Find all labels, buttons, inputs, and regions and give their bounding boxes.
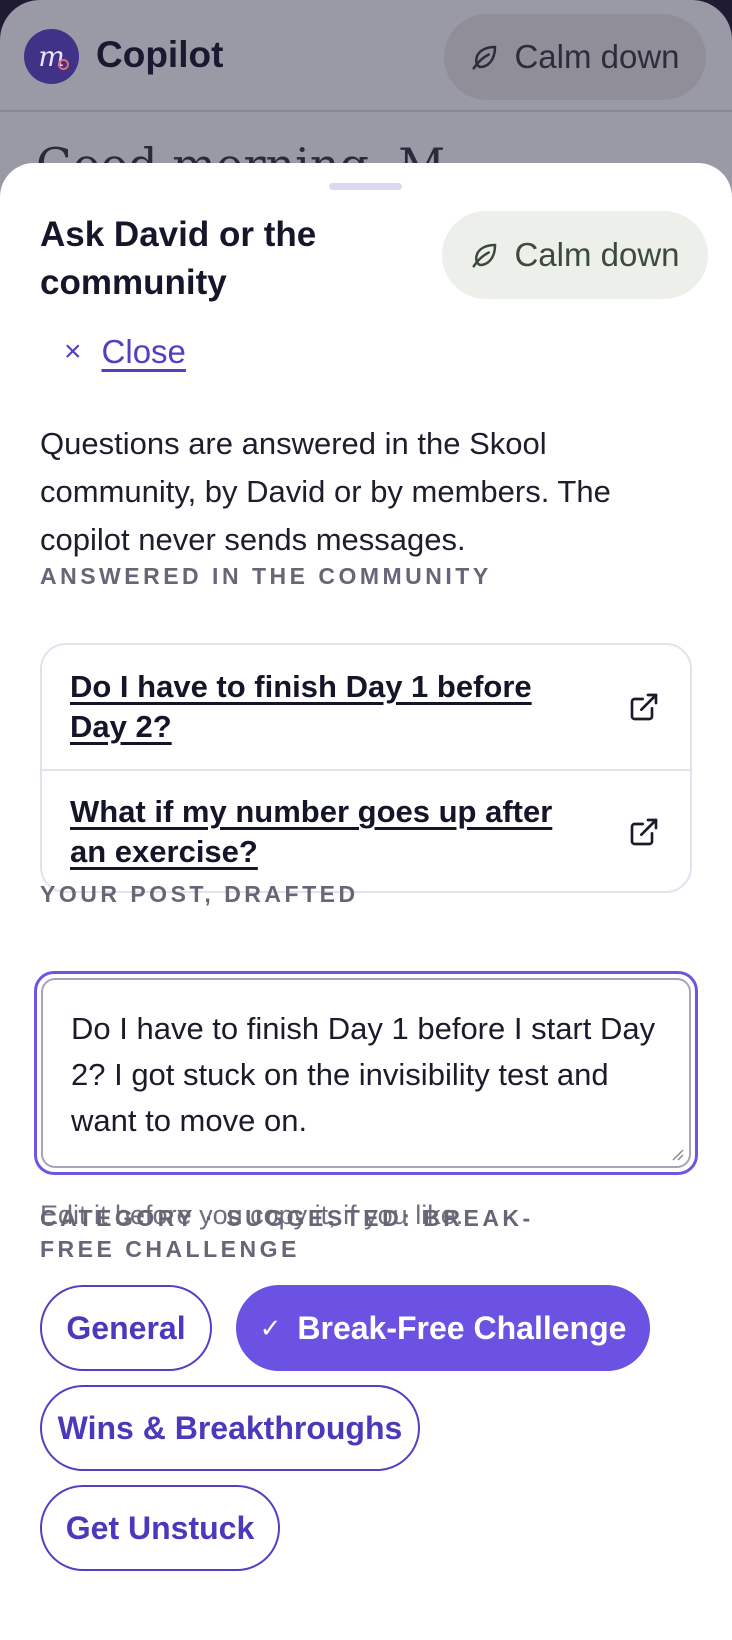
leaf-icon bbox=[472, 243, 497, 268]
header-calm-down-button: Calm down bbox=[444, 14, 706, 100]
sheet-grab-handle[interactable] bbox=[329, 183, 402, 190]
resize-handle-icon[interactable] bbox=[669, 1146, 685, 1162]
close-button[interactable]: × Close bbox=[64, 333, 186, 371]
answered-section-label: ANSWERED IN THE COMMUNITY bbox=[40, 563, 492, 589]
answered-item[interactable]: Do I have to finish Day 1 before Day 2? bbox=[42, 645, 690, 769]
draft-textarea[interactable]: Do I have to finish Day 1 before I start… bbox=[41, 978, 691, 1168]
app-title: Copilot bbox=[96, 34, 224, 75]
leaf-icon bbox=[472, 45, 497, 70]
chip-label: Get Unstuck bbox=[65, 1509, 255, 1546]
answered-question: What if my number goes up after an exerc… bbox=[70, 794, 553, 869]
chip-label: Break-Free Challenge bbox=[297, 1309, 627, 1346]
header-calm-down-label: Calm down bbox=[514, 38, 680, 75]
calm-down-label: Calm down bbox=[514, 236, 680, 273]
category-chip-break-free-challenge[interactable]: ✓ Break-Free Challenge bbox=[236, 1285, 650, 1371]
sheet-title: Ask David or the community bbox=[40, 215, 317, 302]
answered-item[interactable]: What if my number goes up after an exerc… bbox=[42, 769, 690, 891]
close-label: Close bbox=[101, 333, 186, 370]
chip-label: General bbox=[66, 1309, 186, 1346]
category-section-label: CATEGORY · SUGGESTED: BREAK-FREE CHALLEN… bbox=[40, 1205, 534, 1262]
answered-question: Do I have to finish Day 1 before Day 2? bbox=[70, 669, 532, 744]
external-link-icon bbox=[630, 693, 658, 721]
app-header: m Copilot Calm down bbox=[0, 0, 732, 112]
category-chip-wins-breakthroughs[interactable]: Wins & Breakthroughs bbox=[40, 1385, 420, 1471]
app-logo: m bbox=[24, 29, 79, 84]
calm-down-button[interactable]: Calm down bbox=[442, 211, 708, 299]
ask-community-sheet: Ask David or the community Calm down × C… bbox=[0, 163, 732, 1640]
category-chip-general[interactable]: General bbox=[40, 1285, 212, 1371]
screen: m Copilot Calm down Good morning, M Ask … bbox=[0, 0, 732, 1640]
draft-text: Do I have to finish Day 1 before I start… bbox=[71, 1011, 656, 1138]
close-icon: × bbox=[64, 335, 82, 368]
draft-section-label: YOUR POST, DRAFTED bbox=[40, 881, 359, 907]
chip-label: Wins & Breakthroughs bbox=[57, 1409, 403, 1446]
logo-dot bbox=[58, 59, 69, 70]
category-chip-get-unstuck[interactable]: Get Unstuck bbox=[40, 1485, 280, 1571]
check-icon: ✓ bbox=[259, 1312, 282, 1343]
answered-list: Do I have to finish Day 1 before Day 2? … bbox=[40, 643, 692, 893]
draft-textarea-focus-ring: Do I have to finish Day 1 before I start… bbox=[34, 971, 698, 1175]
intro-text: Questions are answered in the Skool comm… bbox=[40, 426, 611, 557]
external-link-icon bbox=[630, 818, 658, 846]
